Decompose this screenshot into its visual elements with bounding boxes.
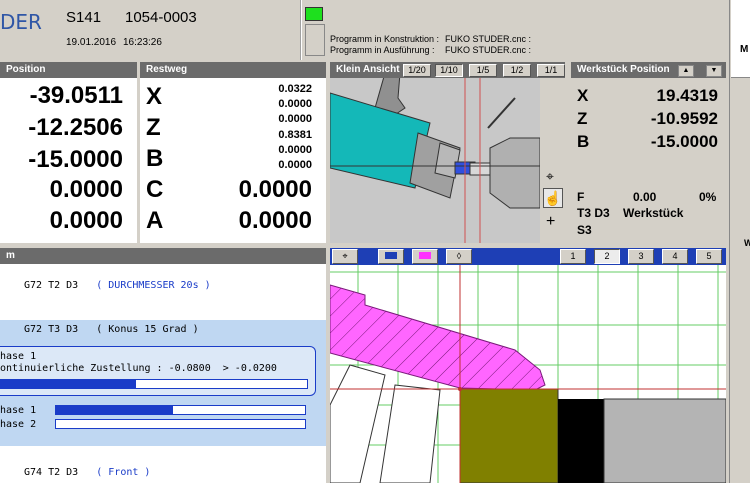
magenta-swatch-icon[interactable] bbox=[412, 249, 438, 264]
page-button-1[interactable]: 1 bbox=[560, 249, 586, 264]
restweg-c-value: 0.0000 bbox=[238, 176, 312, 203]
status-box bbox=[305, 24, 325, 56]
restweg-value: 0.0000 bbox=[278, 98, 312, 110]
restweg-axis-c: C bbox=[146, 176, 164, 203]
zoom-button-1-20[interactable]: 1/20 bbox=[403, 64, 431, 77]
restweg-value: 0.8381 bbox=[278, 129, 312, 141]
large-simulation-view[interactable] bbox=[330, 265, 726, 483]
position-x-value: -39.0511 bbox=[29, 82, 123, 109]
werkstueck-panel: X 19.4319 Z -10.9592 B -15.0000 F 0.00 0… bbox=[571, 78, 726, 243]
scroll-up-icon[interactable]: ▲ bbox=[678, 65, 694, 77]
small-simulation-graphic bbox=[330, 78, 540, 243]
klein-ansicht-view[interactable] bbox=[330, 78, 540, 243]
phase-header-label: hase 1 bbox=[0, 351, 37, 362]
program-construction-value: FUKO STUDER.cnc : bbox=[445, 34, 532, 44]
position-b-value: -15.0000 bbox=[28, 146, 123, 173]
zoom-button-1-2[interactable]: 1/2 bbox=[503, 64, 531, 77]
zoom-button-1-10[interactable]: 1/10 bbox=[435, 64, 463, 77]
restweg-value: 0.0322 bbox=[278, 83, 312, 95]
program-line-comment: ( Front ) bbox=[96, 467, 151, 478]
right-tab-side-label[interactable]: W bbox=[744, 238, 750, 248]
restweg-panel-title: Restweg bbox=[140, 62, 326, 78]
phase1-progress-bar bbox=[55, 405, 306, 415]
restweg-a-value: 0.0000 bbox=[238, 207, 312, 234]
time-label: 16:23:26 bbox=[123, 37, 162, 48]
werk-axis-x: X bbox=[577, 86, 589, 105]
position-a-value: 0.0000 bbox=[49, 207, 123, 234]
restweg-axis-b: B bbox=[146, 145, 164, 172]
program-panel-title: m bbox=[0, 248, 326, 264]
crosshair-icon[interactable]: ⌖ bbox=[546, 168, 554, 185]
infeed-text: ontinuierliche Zustellung : -0.0800 > -0… bbox=[0, 363, 277, 374]
werk-z-value: -10.9592 bbox=[650, 109, 718, 128]
position-panel: -39.0511 -12.2506 -15.0000 0.0000 0.0000 bbox=[0, 78, 137, 243]
infeed-progress-fill bbox=[1, 380, 136, 388]
werk-b-value: -15.0000 bbox=[650, 132, 718, 151]
restweg-value: 0.0000 bbox=[278, 144, 312, 156]
program-execution-value: FUKO STUDER.cnc : bbox=[445, 45, 532, 55]
program-number: 1054-0003 bbox=[125, 9, 197, 26]
spindle-label: S3 bbox=[577, 223, 592, 237]
program-line-code: G72 T3 D3 bbox=[24, 324, 79, 335]
infeed-phase-box: hase 1 ontinuierliche Zustellung : -0.08… bbox=[0, 346, 316, 396]
plus-icon[interactable]: + bbox=[546, 213, 555, 231]
page-button-5[interactable]: 5 bbox=[696, 249, 722, 264]
page-button-3[interactable]: 3 bbox=[628, 249, 654, 264]
hand-icon[interactable]: ☝ bbox=[543, 188, 563, 208]
page-button-2[interactable]: 2 bbox=[594, 249, 620, 264]
position-c-value: 0.0000 bbox=[49, 176, 123, 203]
restweg-axis-x: X bbox=[146, 83, 163, 110]
crosshair-icon[interactable]: ⌖ bbox=[332, 249, 358, 264]
feed-value: 0.00 bbox=[633, 190, 657, 204]
position-panel-title: Position bbox=[0, 62, 137, 78]
scroll-down-icon[interactable]: ▼ bbox=[706, 65, 722, 77]
restweg-axis-a: A bbox=[146, 207, 164, 234]
zoom-button-1-5[interactable]: 1/5 bbox=[469, 64, 497, 77]
werk-x-value: 19.4319 bbox=[656, 86, 718, 105]
header-divider bbox=[300, 0, 302, 60]
program-execution-label: Programm in Ausführung : bbox=[330, 45, 435, 55]
feed-percent: 0% bbox=[699, 190, 717, 204]
large-simulation-graphic bbox=[330, 265, 726, 483]
restweg-value: 0.0000 bbox=[278, 159, 312, 171]
restweg-axis-z: Z bbox=[146, 114, 161, 141]
program-line-code: G72 T2 D3 bbox=[24, 280, 79, 291]
program-line[interactable]: G72 T2 D3 ( DURCHMESSER 20s ) bbox=[24, 280, 211, 291]
coord-system-label: Werkstück bbox=[623, 206, 684, 220]
program-line-comment: ( Konus 15 Grad ) bbox=[96, 324, 199, 335]
machine-id: S141 bbox=[66, 9, 102, 26]
werk-axis-z: Z bbox=[577, 109, 588, 128]
diamond-icon[interactable]: ◊ bbox=[446, 249, 472, 264]
program-line[interactable]: G74 T2 D3 ( Front ) bbox=[24, 467, 150, 478]
zoom-button-1-1[interactable]: 1/1 bbox=[537, 64, 565, 77]
restweg-panel: X Z B C A 0.0322 0.0000 0.0000 0.8381 0.… bbox=[140, 78, 326, 243]
page-button-4[interactable]: 4 bbox=[662, 249, 688, 264]
view-mode-icon[interactable] bbox=[378, 249, 404, 264]
program-line-selected[interactable]: G72 T3 D3 ( Konus 15 Grad ) bbox=[24, 324, 199, 335]
brand-logo-text: DER bbox=[0, 10, 42, 34]
right-tab-label: M bbox=[740, 44, 749, 55]
program-list[interactable]: G72 T2 D3 ( DURCHMESSER 20s ) G72 T3 D3 … bbox=[0, 264, 326, 483]
phase1-label: hase 1 bbox=[0, 405, 37, 416]
restweg-value: 0.0000 bbox=[278, 113, 312, 125]
werkstueck-position-title: Werkstück Position bbox=[571, 62, 726, 78]
right-tab-main[interactable]: M bbox=[731, 0, 750, 78]
position-z-value: -12.2506 bbox=[28, 114, 123, 141]
feed-label: F bbox=[577, 190, 585, 204]
program-line-comment: ( DURCHMESSER 20s ) bbox=[96, 280, 211, 291]
phase2-label: hase 2 bbox=[0, 419, 37, 430]
infeed-progress-bar bbox=[0, 379, 308, 389]
status-indicator bbox=[305, 7, 323, 21]
phase2-progress-bar bbox=[55, 419, 306, 429]
tool-label: T3 D3 bbox=[577, 206, 610, 220]
program-construction-label: Programm in Konstruktion : bbox=[330, 34, 440, 44]
date-label: 19.01.2016 bbox=[66, 37, 117, 48]
program-line-code: G74 T2 D3 bbox=[24, 467, 79, 478]
klein-ansicht-toolbar: ⌖ ☝ + bbox=[540, 78, 566, 243]
werk-axis-b: B bbox=[577, 132, 590, 151]
phase1-progress-fill bbox=[56, 406, 174, 414]
